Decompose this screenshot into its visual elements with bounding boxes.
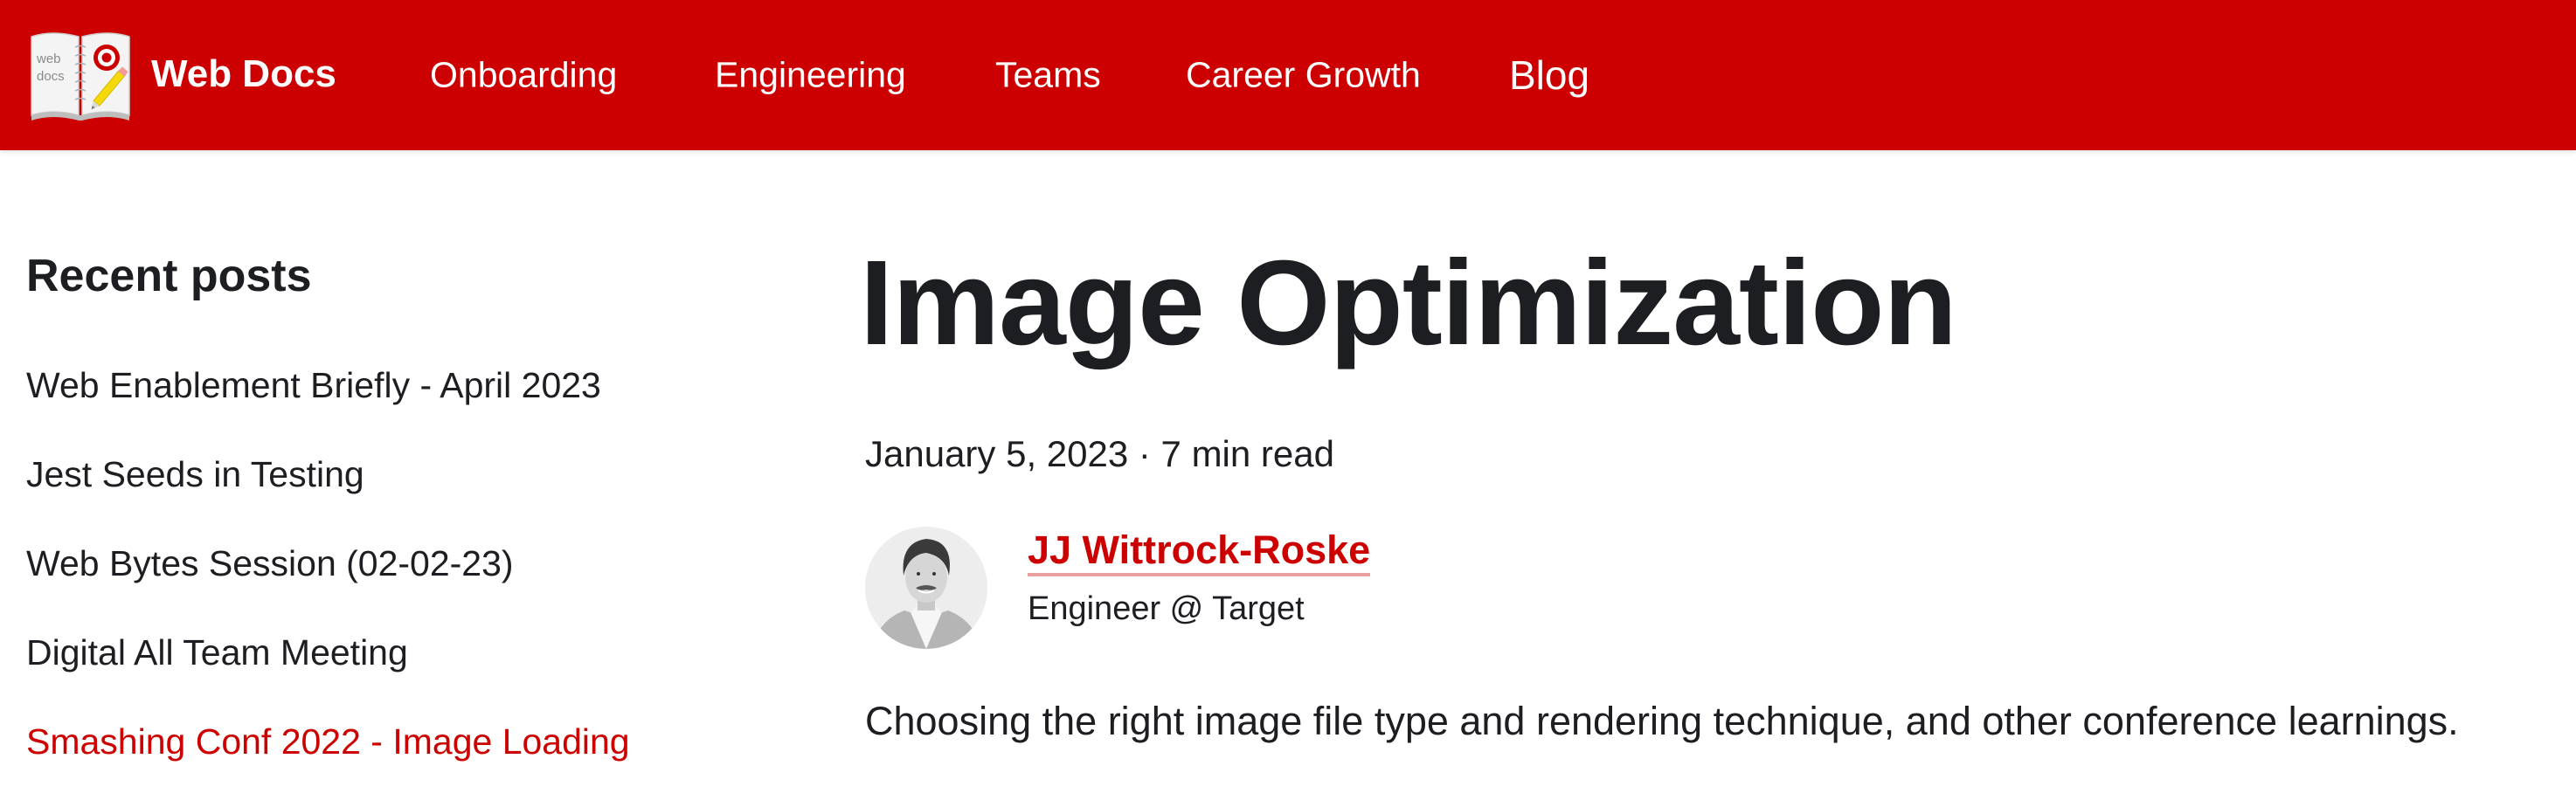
nav-link-blog[interactable]: Blog	[1509, 52, 1589, 99]
logo-text-docs: docs	[37, 69, 65, 84]
sidebar-post-link[interactable]: Digital All Team Meeting	[26, 632, 408, 673]
author-name-link[interactable]: JJ Wittrock-Roske	[1028, 528, 1371, 576]
author-avatar[interactable]	[865, 527, 987, 649]
brand-title: Web Docs	[151, 52, 336, 95]
author-title: Engineer @ Target	[1028, 590, 1305, 627]
sidebar-post-link[interactable]: Jest Seeds in Testing	[26, 454, 364, 495]
logo-text-web: web	[36, 52, 61, 66]
sidebar-title: Recent posts	[26, 251, 312, 301]
author-avatar-photo-icon	[865, 527, 987, 649]
nav-link-teams[interactable]: Teams	[995, 55, 1101, 96]
brand-home-link[interactable]: web docs Web Docs	[26, 26, 336, 124]
nav-link-engineering[interactable]: Engineering	[715, 55, 906, 96]
nav-link-career-growth[interactable]: Career Growth	[1186, 55, 1421, 96]
sidebar-post-link[interactable]: Web Bytes Session (02-02-23)	[26, 543, 514, 584]
post-description: Choosing the right image file type and r…	[865, 699, 2459, 743]
post-date-reading-time: January 5, 2023 · 7 min read	[865, 433, 1334, 474]
sidebar-post-link[interactable]: Web Enablement Briefly - April 2023	[26, 365, 601, 406]
post-title: Image Optimization	[860, 236, 1957, 370]
nav-link-onboarding[interactable]: Onboarding	[430, 55, 617, 96]
sidebar-post-link-active[interactable]: Smashing Conf 2022 - Image Loading	[26, 721, 630, 762]
top-navbar: web docs Web Docs Onboarding Engineering…	[0, 0, 2576, 150]
web-docs-logo-icon: web docs	[31, 32, 130, 121]
